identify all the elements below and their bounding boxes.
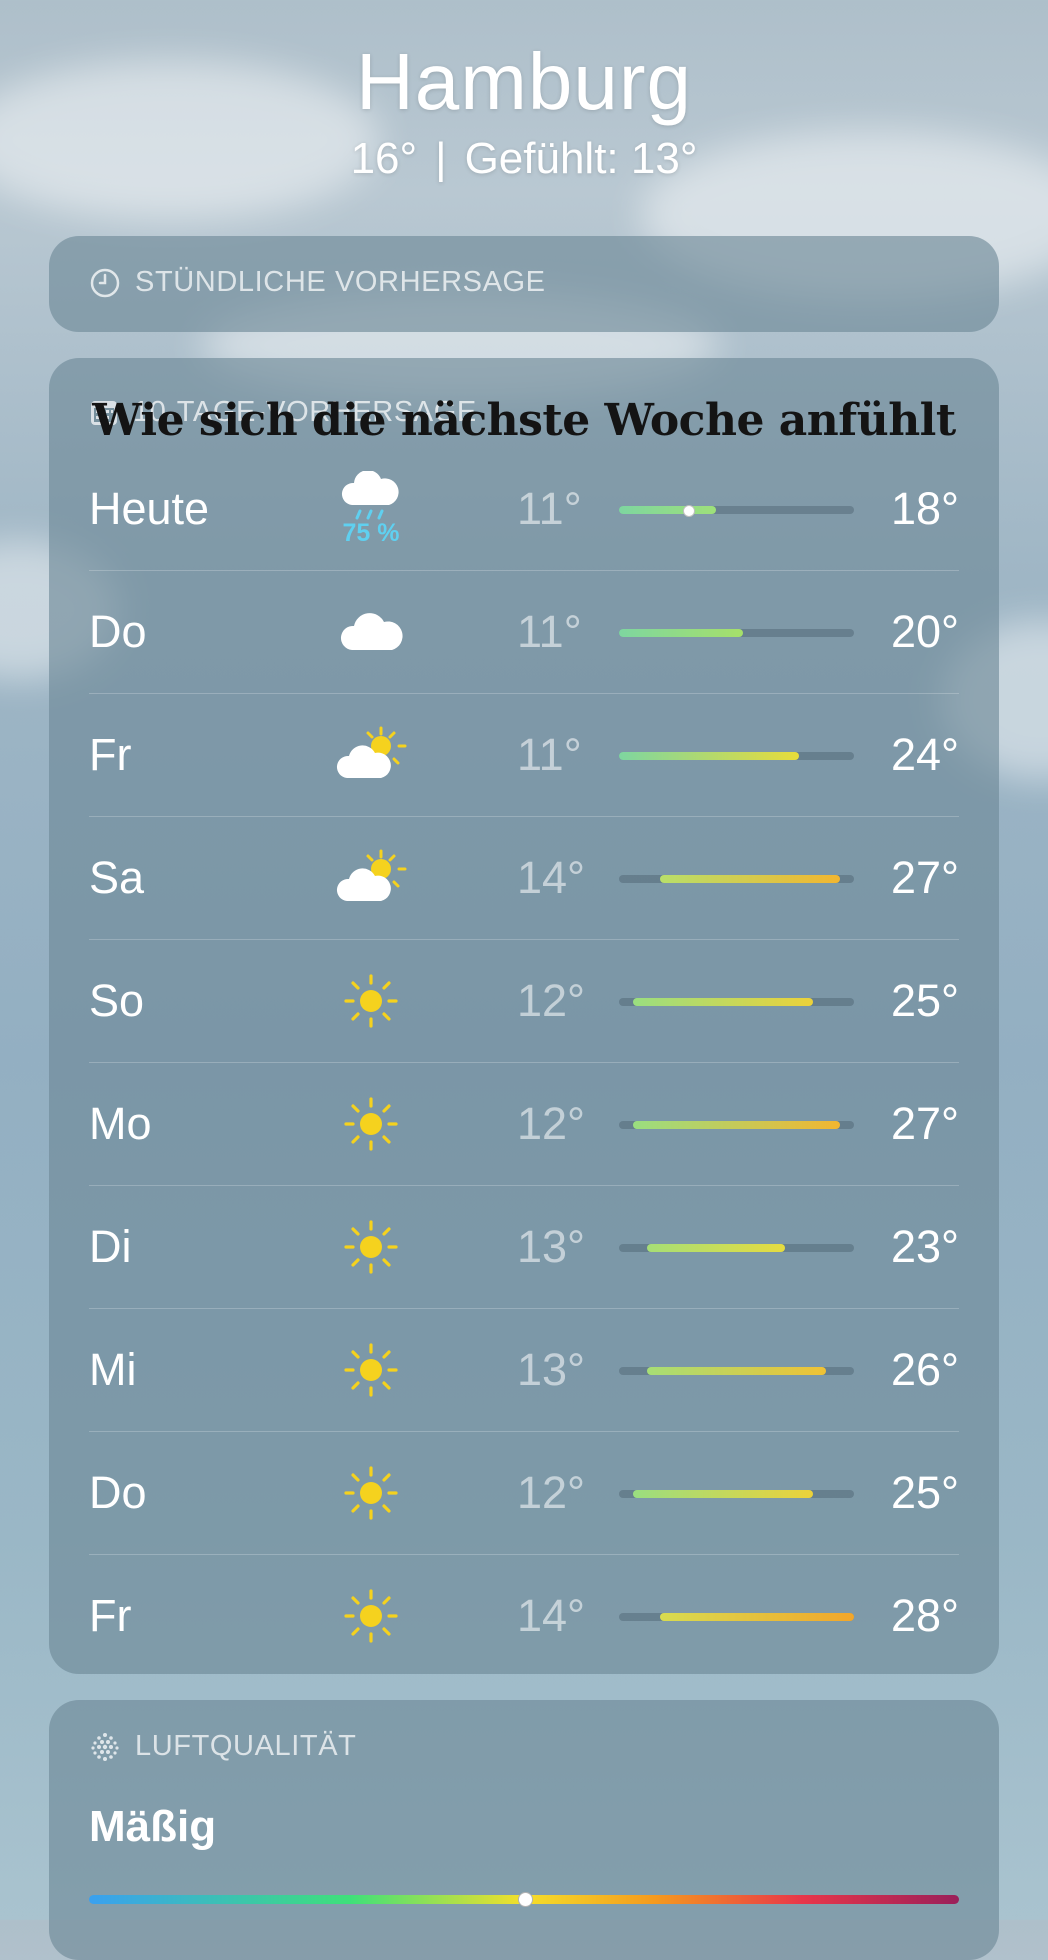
cloud-icon xyxy=(331,571,411,693)
low-temperature: 14° xyxy=(517,1590,586,1641)
low-temperature: 12° xyxy=(517,1467,586,1518)
forecast-day: Fr xyxy=(89,1590,132,1641)
cloud-sun-icon xyxy=(331,694,411,816)
hourly-forecast-card[interactable]: STÜNDLICHE VORHERSAGE xyxy=(49,236,999,332)
forecast-row[interactable]: Sa 14° 27° xyxy=(89,816,959,939)
temperature-range-bar xyxy=(619,1490,854,1498)
temperature-range-fill xyxy=(632,1121,841,1129)
forecast-day: Sa xyxy=(89,852,145,903)
temperature-range-bar xyxy=(619,998,854,1006)
forecast-row[interactable]: Fr 14° 28° xyxy=(89,1554,959,1674)
forecast-row[interactable]: Heute 75 % 11° 18° xyxy=(89,448,959,570)
forecast-day: Di xyxy=(89,1221,132,1272)
sun-icon xyxy=(331,1309,411,1431)
sun-icon xyxy=(331,1063,411,1185)
precipitation-chance: 75 % xyxy=(342,518,400,547)
forecast-row[interactable]: So 12° 25° xyxy=(89,939,959,1062)
forecast-row[interactable]: Mi 13° 26° xyxy=(89,1308,959,1431)
temperature-range-bar xyxy=(619,1367,854,1375)
low-temperature: 14° xyxy=(517,852,586,903)
forecast-day: Mo xyxy=(89,1098,152,1149)
high-temperature: 25° xyxy=(890,975,959,1026)
air-quality-indicator xyxy=(518,1892,533,1907)
temperature-range-fill xyxy=(619,506,716,514)
forecast-day: Fr xyxy=(89,729,132,780)
high-temperature: 18° xyxy=(890,483,959,534)
temperature-range-fill xyxy=(646,1244,785,1252)
temperature-range-bar xyxy=(619,875,854,883)
air-quality-header: LUFTQUALITÄT xyxy=(49,1700,999,1763)
temperature-range-fill xyxy=(619,629,744,637)
air-quality-scale xyxy=(89,1892,959,1907)
cloud-sun-icon xyxy=(331,817,411,939)
temperature-range-bar xyxy=(619,1244,854,1252)
forecast-day: Heute xyxy=(89,483,210,534)
air-quality-icon xyxy=(91,1732,119,1761)
temperature-range-fill xyxy=(632,1490,813,1498)
clock-icon xyxy=(90,268,120,297)
forecast-day: So xyxy=(89,975,145,1026)
air-quality-card[interactable]: LUFTQUALITÄT Mäßig xyxy=(49,1700,999,1960)
temperature-range-bar xyxy=(619,505,854,517)
city-name: Hamburg xyxy=(355,37,693,126)
temperature-range-fill xyxy=(660,1613,854,1621)
forecast-row[interactable]: Do 11° 20° xyxy=(89,570,959,693)
feels-like-temperature: Gefühlt: 13° xyxy=(464,134,698,183)
forecast-row[interactable]: Fr 11° 24° xyxy=(89,693,959,816)
low-temperature: 11° xyxy=(517,729,582,780)
air-quality-value: Mäßig xyxy=(89,1802,217,1851)
cloud-rain-icon: 75 % xyxy=(331,448,411,570)
low-temperature: 12° xyxy=(517,1098,586,1149)
forecast-row[interactable]: Mo 12° 27° xyxy=(89,1062,959,1185)
temperature-range-bar xyxy=(619,752,854,760)
forecast-row[interactable]: Di 13° 23° xyxy=(89,1185,959,1308)
current-conditions: 16° | Gefühlt: 13° xyxy=(0,134,1048,184)
low-temperature: 11° xyxy=(517,606,582,657)
high-temperature: 26° xyxy=(890,1344,959,1395)
video-caption: Wie sich die nächste Woche anfühlt xyxy=(92,395,956,446)
sun-icon xyxy=(331,1555,411,1674)
high-temperature: 20° xyxy=(890,606,959,657)
forecast-rows: Heute 75 % 11° 18° Do 11° 20° Fr 11° 24° Sa 14° 27° S… xyxy=(89,448,959,1674)
low-temperature: 12° xyxy=(517,975,586,1026)
forecast-day: Mi xyxy=(89,1344,137,1395)
temperature-range-bar xyxy=(619,1121,854,1129)
low-temperature: 13° xyxy=(517,1221,586,1272)
forecast-row[interactable]: Do 12° 25° xyxy=(89,1431,959,1554)
high-temperature: 28° xyxy=(890,1590,959,1641)
hourly-forecast-header: STÜNDLICHE VORHERSAGE xyxy=(49,236,999,329)
ten-day-forecast-card[interactable]: 10-TAGE-VORHERSAGE Heute 75 % 11° 18° Do 11° 2… xyxy=(49,358,999,1674)
sun-icon xyxy=(331,1186,411,1308)
sun-icon xyxy=(331,1432,411,1554)
hourly-forecast-title: STÜNDLICHE VORHERSAGE xyxy=(135,266,546,298)
temperature-range-fill xyxy=(660,875,841,883)
high-temperature: 27° xyxy=(890,852,959,903)
high-temperature: 24° xyxy=(890,729,959,780)
air-quality-title: LUFTQUALITÄT xyxy=(135,1730,357,1762)
high-temperature: 27° xyxy=(890,1098,959,1149)
high-temperature: 25° xyxy=(890,1467,959,1518)
sun-icon xyxy=(331,940,411,1062)
location-header: Hamburg 16° | Gefühlt: 13° xyxy=(0,36,1048,184)
low-temperature: 11° xyxy=(517,483,582,534)
forecast-day: Do xyxy=(89,606,147,657)
forecast-day: Do xyxy=(89,1467,147,1518)
temperature-range-bar xyxy=(619,629,854,637)
high-temperature: 23° xyxy=(890,1221,959,1272)
temperature-range-fill xyxy=(632,998,813,1006)
current-temperature: 16° xyxy=(350,134,418,183)
temperature-range-bar xyxy=(619,1613,854,1621)
current-temperature-marker xyxy=(683,505,696,517)
separator: | xyxy=(435,134,447,183)
temperature-range-fill xyxy=(646,1367,827,1375)
low-temperature: 13° xyxy=(517,1344,586,1395)
temperature-range-fill xyxy=(619,752,799,760)
